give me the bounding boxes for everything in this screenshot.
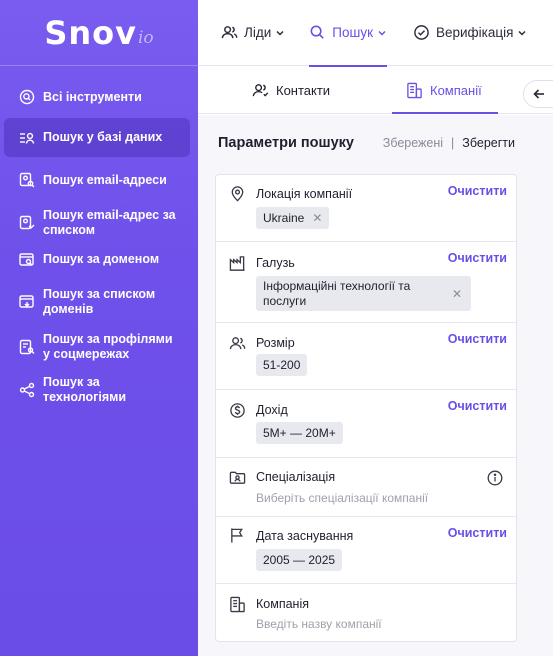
clear-location-button[interactable]: Очистити [448, 184, 507, 198]
save-search-link[interactable]: Зберегти [462, 136, 515, 150]
contacts-icon [252, 83, 269, 97]
clear-size-button[interactable]: Очистити [448, 332, 507, 346]
sidebar-item-label: Всі інструменти [43, 89, 142, 104]
top-nav: Ліди Пошук Верифікація [198, 0, 553, 67]
filter-label: Розмір [256, 336, 295, 350]
founded-chip: 2005 — 2025 [256, 549, 343, 571]
params-links: Збережені | Зберегти [383, 136, 515, 150]
location-chip: Ukraine ✕ [256, 207, 330, 229]
sidebar-item-label: Пошук за доменом [43, 252, 160, 266]
sidebar-item-label: Пошук email-адреси [43, 172, 167, 187]
filter-label: Дохід [256, 403, 288, 417]
sidebar-item-label: Пошук за списком доменів [43, 287, 156, 316]
size-chip: 51-200 [256, 354, 308, 376]
company-name-input[interactable]: Введіть назву компанії [256, 617, 382, 631]
filter-industry[interactable]: Галузь Очистити Інформаційні технології … [216, 242, 516, 323]
browser-search-icon [18, 251, 36, 269]
filter-founded[interactable]: Дата заснування Очистити 2005 — 2025 [216, 517, 516, 584]
search-params-panel: Параметри пошуку Збережені | Зберегти Ло… [198, 115, 553, 656]
search-circle-icon [18, 88, 36, 106]
filters-card: Локація компанії Очистити Ukraine ✕ Галу… [215, 174, 517, 642]
sidebar-item-email-list-finder[interactable]: Пошук email-адрес за списком [4, 203, 190, 243]
industry-chip: Інформаційні технології та послуги ✕ [256, 276, 471, 311]
factory-icon [229, 256, 245, 271]
filter-label: Компанія [256, 597, 309, 611]
browser-list-icon [18, 293, 36, 311]
logo[interactable]: Snov io [0, 0, 198, 66]
filter-revenue[interactable]: Дохід Очистити 5M+ — 20M+ [216, 390, 516, 458]
filter-label: Галузь [256, 256, 295, 270]
remove-chip-icon[interactable]: ✕ [452, 287, 462, 301]
tab-contacts[interactable]: Контакти [252, 67, 330, 113]
search-icon [310, 25, 325, 39]
filter-company[interactable]: Компанія Введіть назву компанії [216, 584, 516, 642]
revenue-chip: 5M+ — 20M+ [256, 422, 343, 444]
tab-label: Контакти [276, 82, 331, 98]
info-icon[interactable] [487, 470, 503, 486]
users-icon [229, 337, 246, 350]
filter-label: Спеціалізація [256, 470, 336, 484]
logo-main: Snov [44, 13, 137, 52]
chip-text: Інформаційні технології та послуги [263, 278, 411, 308]
list-user-icon [18, 129, 36, 147]
nav-label: Верифікація [435, 25, 514, 40]
filter-specialization[interactable]: Спеціалізація Виберіть спеціалізації ком… [216, 458, 516, 517]
sidebar-list: Всі інструменти Пошук у базі даних Пошук… [0, 66, 198, 414]
collapse-panel-button[interactable] [523, 80, 553, 108]
profile-search-icon [18, 338, 36, 356]
nav-label: Пошук [332, 25, 373, 40]
sidebar-item-domain-list-search[interactable]: Пошук за списком доменів [4, 276, 190, 328]
logo-sub: io [138, 27, 154, 48]
sidebar-item-email-finder[interactable]: Пошук email-адреси [4, 157, 190, 203]
folder-user-icon [229, 471, 246, 484]
chevron-down-icon [518, 30, 526, 36]
filter-label: Локація компанії [256, 187, 353, 201]
chip-text: Ukraine [263, 211, 305, 225]
sidebar-item-label: Пошук за профілями у соцмережах [43, 332, 173, 361]
sidebar-item-all-tools[interactable]: Всі інструменти [4, 76, 190, 118]
building-icon [230, 596, 245, 613]
sidebar-item-label: Пошук email-адрес за списком [43, 208, 176, 237]
specialization-placeholder[interactable]: Виберіть спеціалізації компанії [256, 491, 428, 505]
clear-revenue-button[interactable]: Очистити [448, 399, 507, 413]
email-list-icon [18, 214, 36, 232]
sidebar-item-domain-search[interactable]: Пошук за доменом [4, 243, 190, 276]
sidebar-item-label: Пошук за технологіями [43, 375, 127, 404]
links-separator: | [451, 136, 455, 150]
nav-leads[interactable]: Ліди [221, 0, 285, 66]
flag-icon [231, 528, 243, 543]
sub-tabs: Контакти Компанії [198, 67, 553, 114]
remove-chip-icon[interactable]: ✕ [312, 211, 322, 225]
sidebar: Snov io Всі інструменти Пошук у базі дан… [0, 0, 198, 656]
share-nodes-icon [18, 381, 36, 399]
sidebar-item-label: Пошук у базі даних [43, 130, 163, 144]
saved-searches-link[interactable]: Збережені [383, 136, 443, 150]
sidebar-item-database-search[interactable]: Пошук у базі даних [4, 118, 190, 157]
arrow-left-icon [532, 89, 544, 99]
check-circle-icon [414, 25, 429, 40]
email-search-icon [18, 171, 36, 189]
chevron-down-icon [276, 30, 284, 36]
filter-label: Дата заснування [256, 529, 354, 543]
chip-text: 51-200 [263, 358, 301, 372]
tab-label: Компанії [430, 82, 482, 98]
users-icon [221, 26, 238, 39]
map-pin-icon [231, 186, 244, 202]
nav-verification[interactable]: Верифікація [413, 0, 527, 66]
params-title: Параметри пошуку [218, 135, 354, 151]
building-icon [407, 82, 422, 98]
filter-location[interactable]: Локація компанії Очистити Ukraine ✕ [216, 175, 516, 242]
sidebar-item-social-profiles-search[interactable]: Пошук за профілями у соцмережах [4, 328, 190, 366]
nav-search[interactable]: Пошук [309, 0, 387, 67]
dollar-circle-icon [230, 403, 245, 418]
nav-label: Ліди [244, 25, 272, 40]
chevron-down-icon [378, 30, 386, 36]
clear-industry-button[interactable]: Очистити [448, 251, 507, 265]
chip-text: 2005 — 2025 [263, 553, 336, 567]
clear-founded-button[interactable]: Очистити [448, 526, 507, 540]
sidebar-item-technology-search[interactable]: Пошук за технологіями [4, 366, 190, 414]
filter-size[interactable]: Розмір Очистити 51-200 [216, 323, 516, 390]
chip-text: 5M+ — 20M+ [263, 426, 336, 440]
tab-companies[interactable]: Компанії [392, 67, 498, 114]
